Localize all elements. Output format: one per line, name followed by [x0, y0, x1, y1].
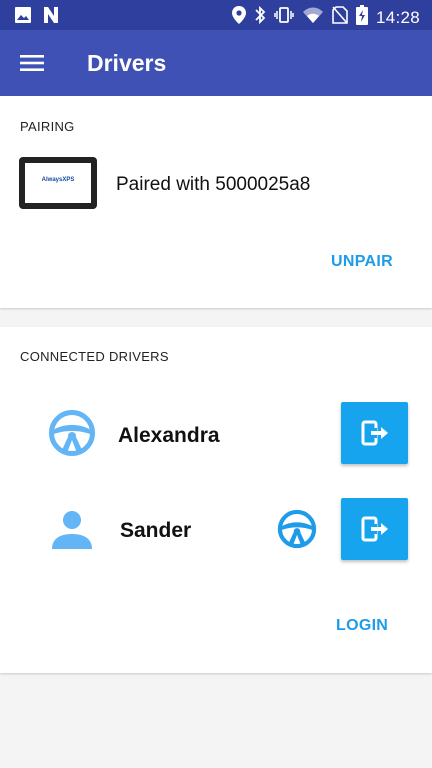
battery-charging-icon: [355, 5, 368, 30]
status-bar-notifications: [14, 6, 60, 29]
logout-driver-button[interactable]: [341, 402, 408, 464]
steering-wheel-icon: [277, 509, 317, 554]
app-bar: Drivers: [0, 30, 432, 96]
tablet-screen: AlwaysXPS: [25, 163, 91, 203]
hamburger-menu-icon[interactable]: [16, 47, 48, 79]
logout-icon: [361, 516, 388, 542]
status-bar: 14:28: [0, 0, 432, 30]
wifi-icon: [302, 6, 324, 29]
driver-name: Alexandra: [118, 424, 220, 447]
status-bar-time: 14:28: [375, 7, 420, 27]
tablet-logo-text: AlwaysXPS: [41, 177, 75, 183]
n-logo-notification-icon: [42, 6, 60, 29]
vibrate-icon: [274, 6, 294, 29]
connected-drivers-card: CONNECTED DRIVERS Alexandra Sander LOGIN: [0, 327, 432, 673]
connected-drivers-section-label: CONNECTED DRIVERS: [20, 349, 169, 364]
login-button[interactable]: LOGIN: [336, 617, 388, 635]
pairing-section-label: PAIRING: [20, 119, 75, 134]
no-sim-icon: [332, 6, 348, 29]
person-icon: [51, 509, 93, 556]
driver-name: Sander: [120, 519, 192, 542]
unpair-button[interactable]: UNPAIR: [331, 253, 393, 271]
page-title: Drivers: [87, 50, 167, 76]
paired-tablet-image: AlwaysXPS: [19, 157, 97, 209]
paired-status-text: Paired with 5000025a8: [116, 174, 311, 195]
image-notification-icon: [14, 6, 32, 29]
logout-driver-button[interactable]: [341, 498, 408, 560]
status-bar-system: 14:28: [231, 5, 420, 30]
logout-icon: [361, 420, 388, 446]
bluetooth-icon: [254, 5, 266, 29]
pairing-card: PAIRING AlwaysXPS Paired with 5000025a8 …: [0, 96, 432, 308]
steering-wheel-icon: [48, 409, 96, 462]
location-icon: [231, 6, 246, 29]
